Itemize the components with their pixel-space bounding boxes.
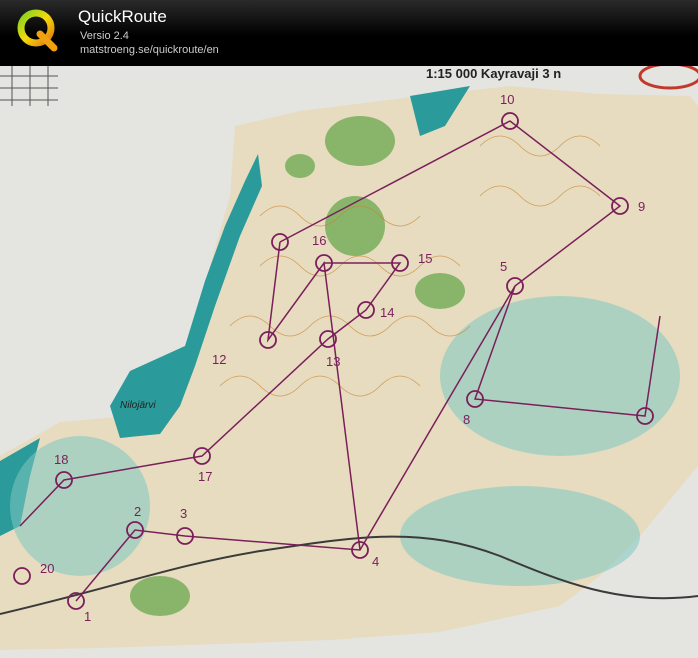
control-number: 12 — [212, 352, 226, 367]
title-bar: QuickRoute Versio 2.4 matstroeng.se/quic… — [0, 0, 698, 66]
control-number: 5 — [500, 259, 507, 274]
map-canvas[interactable]: 1 2 3 4 5 8 9 10 12 13 14 15 16 17 18 20… — [0, 66, 698, 658]
control-number: 18 — [54, 452, 68, 467]
app-version: Versio 2.4 — [80, 30, 129, 42]
control-number: 1 — [84, 609, 91, 624]
control-number: 13 — [326, 354, 340, 369]
app-title: QuickRoute — [78, 7, 167, 26]
control-number: 15 — [418, 251, 432, 266]
control-number: 4 — [372, 554, 379, 569]
app-url[interactable]: matstroeng.se/quickroute/en — [80, 44, 219, 56]
control-number: 14 — [380, 305, 394, 320]
lake-label: Nilojärvi — [120, 400, 156, 411]
control-number: 9 — [638, 199, 645, 214]
control-number: 20 — [40, 561, 54, 576]
control-number: 16 — [312, 233, 326, 248]
map-scale-label: 1:15 000 Kayravaji 3 n — [426, 66, 561, 81]
control-number: 17 — [198, 469, 212, 484]
control-number: 10 — [500, 92, 514, 107]
control-number: 2 — [134, 504, 141, 519]
control-number: 8 — [463, 412, 470, 427]
quickroute-q-logo-icon — [17, 9, 58, 52]
orienteering-map[interactable]: 1 2 3 4 5 8 9 10 12 13 14 15 16 17 18 20… — [0, 66, 698, 658]
control-number: 3 — [180, 506, 187, 521]
